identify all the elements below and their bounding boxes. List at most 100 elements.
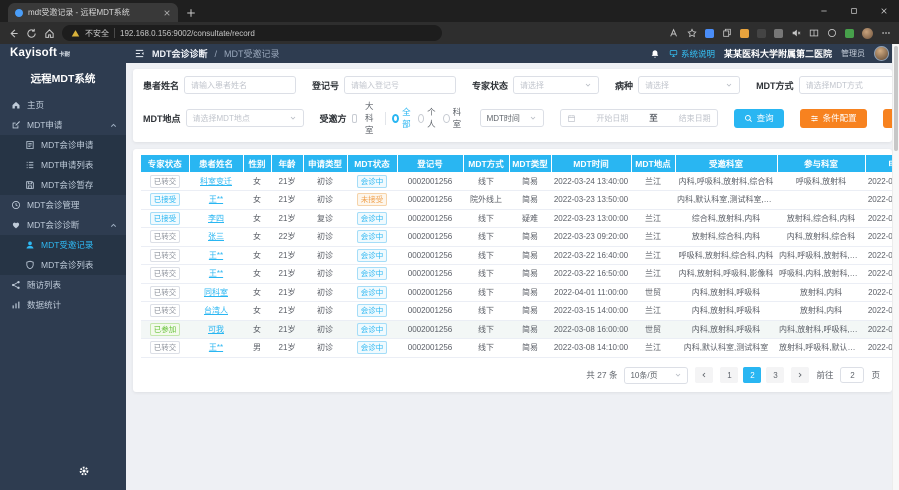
scrollbar[interactable] xyxy=(892,44,899,490)
sidebar-item-5[interactable]: MDT会诊管理 xyxy=(0,195,126,215)
patient-name-link[interactable]: 台湾人 xyxy=(204,306,228,315)
bell-icon[interactable] xyxy=(650,49,660,59)
table-cell: 简易 xyxy=(509,283,551,302)
table-row: 已转交王**男21岁初诊会诊中0002001256线下简易2022-03-08 … xyxy=(141,339,899,358)
tab-close-icon[interactable] xyxy=(163,9,171,17)
copy-icon[interactable] xyxy=(722,28,732,38)
gear-icon[interactable] xyxy=(78,465,90,477)
filter-input-1[interactable]: 请输入登记号 xyxy=(344,76,456,94)
breadcrumb-parent[interactable]: MDT会诊诊断 xyxy=(152,47,208,60)
browser-tab[interactable]: mdt受邀记录 - 远程MDT系统 xyxy=(8,3,178,22)
next-page-button[interactable] xyxy=(791,367,809,383)
goto-page-input[interactable] xyxy=(840,367,864,383)
page-button-2[interactable]: 2 xyxy=(743,367,761,383)
home-icon[interactable] xyxy=(44,28,55,39)
record-table-panel: 专家状态患者姓名性别年龄申请类型MDT状态登记号MDT方式MDT类型MDT时间M… xyxy=(133,149,892,392)
filter-field-location: MDT地点 请选择MDT地点 xyxy=(143,109,304,127)
sidebar-item-3[interactable]: MDT申请列表 xyxy=(0,155,126,175)
patient-name-link[interactable]: 张三 xyxy=(208,232,224,241)
filter-select-2[interactable]: 请选择 xyxy=(513,76,599,94)
prev-page-button[interactable] xyxy=(695,367,713,383)
filter-select-3[interactable]: 请选择 xyxy=(638,76,740,94)
page-button-1[interactable]: 1 xyxy=(720,367,738,383)
extension-icon[interactable] xyxy=(845,29,854,38)
refresh-icon[interactable] xyxy=(26,28,37,39)
user-role: 管理员 xyxy=(841,48,865,59)
filter-label: 患者姓名 xyxy=(143,79,179,92)
table-cell: 院外线上 xyxy=(463,191,509,210)
table-cell: 2022-03-08 14:10:00 xyxy=(551,339,631,358)
patient-name-link[interactable]: 王** xyxy=(209,269,223,278)
speaker-muted-icon[interactable] xyxy=(791,28,801,38)
table-cell: 放射科,内科 xyxy=(777,302,865,321)
edit-icon xyxy=(11,120,21,130)
shield-icon xyxy=(25,260,35,270)
sidebar-item-7[interactable]: MDT受邀记录 xyxy=(0,235,126,255)
status-badge: 会诊中 xyxy=(357,341,388,354)
date-range-picker[interactable]: 开始日期 至 结束日期 xyxy=(560,109,718,127)
back-icon[interactable] xyxy=(8,28,19,39)
chevron-down-icon xyxy=(725,81,733,89)
sidebar-item-6[interactable]: MDT会诊诊断 xyxy=(0,215,126,235)
table-cell: 0002001256 xyxy=(397,191,463,210)
table-cell: 内科,放射科,呼吸科,测试科室 xyxy=(777,320,865,339)
table-row: 已转交王**女21岁初诊会诊中0002001256线下简易2022-03-22 … xyxy=(141,246,899,265)
extension-icon[interactable] xyxy=(705,29,714,38)
patient-name-link[interactable]: 同科室 xyxy=(204,288,228,297)
table-cell: 21岁 xyxy=(271,209,303,228)
patient-name-link[interactable]: 王** xyxy=(209,343,223,352)
new-tab-icon[interactable] xyxy=(186,8,196,18)
scrollbar-thumb[interactable] xyxy=(894,46,898,151)
sidebar-item-2[interactable]: MDT会诊申请 xyxy=(0,135,126,155)
extension-icon[interactable] xyxy=(740,29,749,38)
menu-fold-icon[interactable] xyxy=(134,48,145,59)
sidebar-item-9[interactable]: 随访列表 xyxy=(0,275,126,295)
address-bar[interactable]: 不安全 192.168.0.156:9002/consultate/record xyxy=(62,25,442,41)
minimize-icon[interactable] xyxy=(809,0,839,22)
time-type-select[interactable]: MDT时间 xyxy=(480,109,544,127)
condition-config-button[interactable]: 条件配置 xyxy=(800,109,867,128)
extension-icon[interactable] xyxy=(757,29,766,38)
url-text: 192.168.0.156:9002/consultate/record xyxy=(120,29,255,38)
radio-personal[interactable]: 个人 xyxy=(418,106,439,130)
home-icon xyxy=(11,100,21,110)
sidebar-item-8[interactable]: MDT会诊列表 xyxy=(0,255,126,275)
maximize-icon[interactable] xyxy=(839,0,869,22)
table-cell: 初诊 xyxy=(303,302,347,321)
table-cell: 线下 xyxy=(463,302,509,321)
divider xyxy=(385,112,386,125)
radio-all[interactable]: 全部 xyxy=(392,106,413,130)
dept-group-checkbox[interactable] xyxy=(352,114,357,123)
font-size-icon[interactable] xyxy=(669,28,679,38)
table-cell: 线下 xyxy=(463,265,509,284)
patient-name-link[interactable]: 王** xyxy=(209,251,223,260)
patient-name-link[interactable]: 王** xyxy=(209,195,223,204)
sidebar-item-0[interactable]: 主页 xyxy=(0,95,126,115)
chevron-down-icon xyxy=(674,371,682,379)
table-cell: 0002001256 xyxy=(397,302,463,321)
filter-select-4[interactable]: 请选择MDT方式 xyxy=(799,76,899,94)
column-header: 参与科室 xyxy=(777,155,865,172)
search-button[interactable]: 查询 xyxy=(734,109,784,128)
browser-profile-avatar[interactable] xyxy=(862,28,873,39)
user-avatar[interactable] xyxy=(874,46,889,61)
more-menu-icon[interactable] xyxy=(881,28,891,38)
sidebar-item-1[interactable]: MDT申请 xyxy=(0,115,126,135)
split-screen-icon[interactable] xyxy=(809,28,819,38)
favorite-star-icon[interactable] xyxy=(687,28,697,38)
page-size-select[interactable]: 10条/页 xyxy=(624,367,688,384)
collections-icon[interactable] xyxy=(827,28,837,38)
sidebar-item-4[interactable]: MDT会诊暂存 xyxy=(0,175,126,195)
patient-name-link[interactable]: 科室变迁 xyxy=(200,177,232,186)
system-help-button[interactable]: 系统说明 xyxy=(669,48,715,60)
patient-name-link[interactable]: 李四 xyxy=(208,214,224,223)
radio-dept[interactable]: 科室 xyxy=(443,106,464,130)
table-cell: 女 xyxy=(243,283,271,302)
extension-icon[interactable] xyxy=(774,29,783,38)
page-button-3[interactable]: 3 xyxy=(766,367,784,383)
mdt-location-select[interactable]: 请选择MDT地点 xyxy=(186,109,304,127)
sidebar-item-10[interactable]: 数据统计 xyxy=(0,295,126,315)
patient-name-link[interactable]: 可我 xyxy=(208,325,224,334)
filter-input-0[interactable]: 请输入患者姓名 xyxy=(184,76,296,94)
close-icon[interactable] xyxy=(869,0,899,22)
